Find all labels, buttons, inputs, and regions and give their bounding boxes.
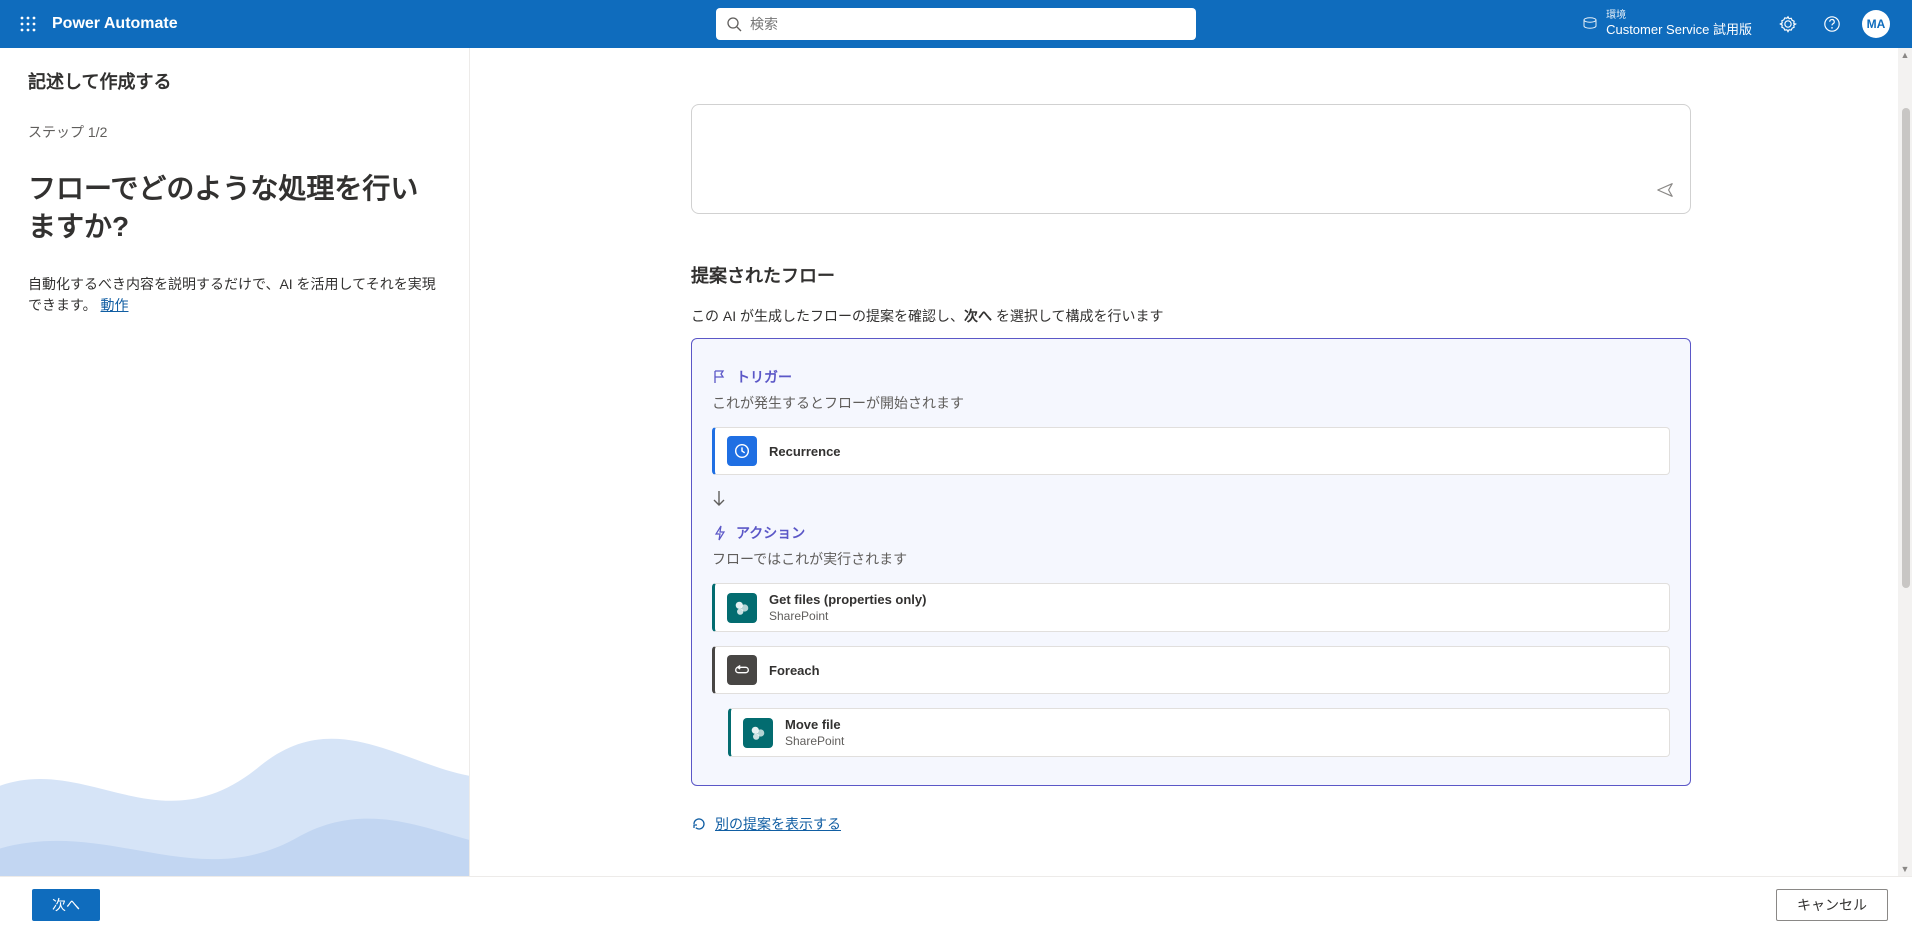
action-card[interactable]: Move file SharePoint — [728, 708, 1670, 757]
environment-icon — [1582, 16, 1598, 32]
scroll-up-button[interactable]: ▲ — [1898, 48, 1912, 62]
alt-suggestion-row: 別の提案を表示する — [691, 814, 1691, 834]
decor-wave — [0, 566, 470, 876]
environment-picker[interactable]: 環境 Customer Service 試用版 — [1570, 10, 1764, 38]
footer-bar: 次へ キャンセル — [0, 876, 1912, 932]
alt-suggestion-link[interactable]: 別の提案を表示する — [715, 814, 841, 834]
app-launcher-button[interactable] — [8, 4, 48, 44]
action-section-desc: フローではこれが実行されます — [712, 549, 1670, 569]
brand-title[interactable]: Power Automate — [52, 15, 178, 33]
settings-button[interactable] — [1768, 4, 1808, 44]
suggested-title: 提案されたフロー — [691, 262, 1691, 288]
action-card[interactable]: Get files (properties only) SharePoint — [712, 583, 1670, 632]
action-card-title: Foreach — [769, 663, 820, 678]
arrow-down-icon — [712, 489, 726, 509]
action-card-subtitle: SharePoint — [769, 609, 926, 623]
left-description-text: 自動化するべき内容を説明するだけで、AI を活用してそれを実現できます。 — [28, 276, 436, 313]
action-card[interactable]: Foreach — [712, 646, 1670, 694]
trigger-card[interactable]: Recurrence — [712, 427, 1670, 475]
suggested-section: 提案されたフロー この AI が生成したフローの提案を確認し、次へ を選択して構… — [691, 262, 1691, 786]
scroll-down-button[interactable]: ▼ — [1898, 862, 1912, 876]
trigger-card-title: Recurrence — [769, 444, 841, 459]
suggested-subtitle: この AI が生成したフローの提案を確認し、次へ を選択して構成を行います — [691, 306, 1691, 326]
scroll-thumb[interactable] — [1902, 108, 1910, 588]
flow-arrow — [712, 475, 1670, 523]
top-bar: Power Automate 環境 Customer Service 試用版 M… — [0, 0, 1912, 48]
search-box[interactable] — [716, 8, 1196, 40]
step-label: ステップ 1/2 — [28, 122, 441, 142]
flag-icon — [712, 369, 728, 385]
page-title: 記述して作成する — [28, 68, 441, 94]
account-button[interactable]: MA — [1856, 4, 1896, 44]
scrollbar[interactable]: ▲ ▼ — [1898, 48, 1912, 876]
send-button[interactable] — [1656, 181, 1674, 199]
search-input[interactable] — [750, 16, 1186, 32]
avatar: MA — [1862, 10, 1890, 38]
action-section-label: アクション — [712, 523, 1670, 543]
right-pane: 提案されたフロー この AI が生成したフローの提案を確認し、次へ を選択して構… — [470, 48, 1912, 876]
help-button[interactable] — [1812, 4, 1852, 44]
search-icon — [726, 16, 742, 32]
search-container — [716, 8, 1196, 40]
action-card-title: Move file — [785, 717, 844, 732]
right-scroll[interactable]: 提案されたフロー この AI が生成したフローの提案を確認し、次へ を選択して構… — [470, 48, 1912, 876]
sharepoint-icon — [743, 718, 773, 748]
environment-label: 環境 — [1606, 10, 1752, 22]
how-it-works-link[interactable]: 動作 — [101, 297, 129, 313]
waffle-icon — [20, 16, 36, 32]
loop-icon — [727, 655, 757, 685]
trigger-section-label: トリガー — [712, 367, 1670, 387]
recurrence-icon — [727, 436, 757, 466]
prompt-box[interactable] — [691, 104, 1691, 214]
cancel-button[interactable]: キャンセル — [1776, 889, 1888, 921]
sharepoint-icon — [727, 593, 757, 623]
gear-icon — [1779, 15, 1797, 33]
action-card-subtitle: SharePoint — [785, 734, 844, 748]
environment-name: Customer Service 試用版 — [1606, 22, 1752, 38]
top-right-controls: 環境 Customer Service 試用版 MA — [1570, 4, 1904, 44]
flow-card[interactable]: トリガー これが発生するとフローが開始されます Recurrence — [691, 338, 1691, 786]
left-heading: フローでどのような処理を行いますか? — [28, 170, 441, 246]
refresh-icon — [691, 816, 707, 832]
action-card-title: Get files (properties only) — [769, 592, 926, 607]
lightning-icon — [712, 525, 728, 541]
left-pane: 記述して作成する ステップ 1/2 フローでどのような処理を行いますか? 自動化… — [0, 48, 470, 876]
help-icon — [1823, 15, 1841, 33]
left-description: 自動化するべき内容を説明するだけで、AI を活用してそれを実現できます。 動作 — [28, 274, 441, 316]
next-button[interactable]: 次へ — [32, 889, 100, 921]
trigger-section-desc: これが発生するとフローが開始されます — [712, 393, 1670, 413]
send-icon — [1656, 181, 1674, 199]
